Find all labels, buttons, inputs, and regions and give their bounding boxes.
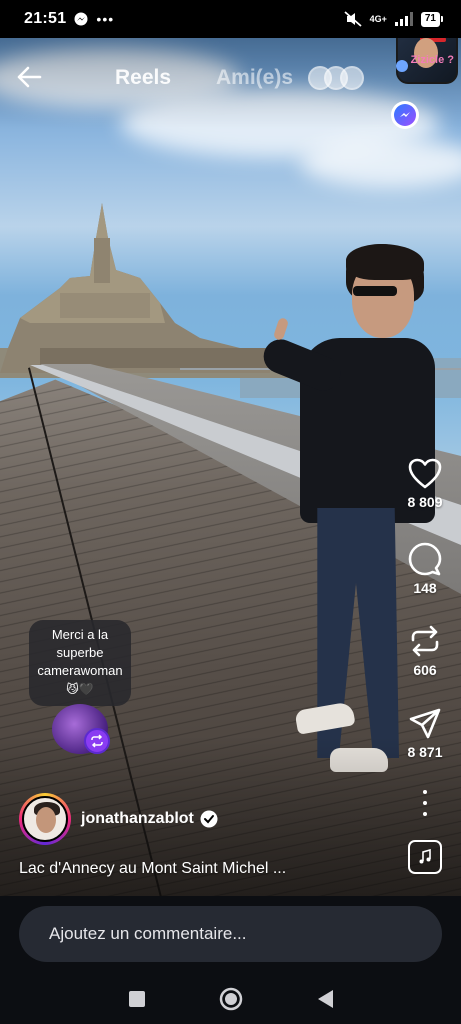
repost-badge-icon [84, 728, 110, 754]
reel-video[interactable] [0, 38, 461, 896]
battery-level: 71 [420, 11, 440, 27]
circle-icon[interactable] [219, 987, 243, 1011]
messenger-icon[interactable] [391, 101, 419, 129]
share-action[interactable]: 8 871 [398, 708, 452, 760]
friend-avatars[interactable] [308, 66, 364, 90]
heart-icon[interactable] [408, 458, 442, 490]
messenger-notification-icon [74, 12, 88, 26]
recents-button[interactable] [125, 987, 149, 1011]
share-count: 8 871 [407, 744, 443, 760]
comment-bubble-text: Merci a la superbe camerawoman [37, 627, 123, 678]
comment-action[interactable]: 148 [398, 542, 452, 596]
comment-bar [0, 896, 461, 974]
author-avatar[interactable] [19, 793, 71, 845]
back-button[interactable] [313, 987, 337, 1011]
network-type: 4G+ [369, 14, 387, 24]
reel-caption[interactable]: Lac d'Annecy au Mont Saint Michel ... [19, 860, 286, 878]
mont-saint-michel-image [0, 203, 270, 373]
status-time: 21:51 [24, 10, 67, 27]
comment-bubble-emoji: 😼🖤 [66, 682, 94, 696]
music-note-icon[interactable] [408, 840, 442, 874]
more-notifications-icon: ••• [96, 11, 115, 27]
tab-friends[interactable]: Ami(e)s [216, 66, 293, 90]
battery-icon: 71 [420, 11, 443, 27]
story-text: Zizicle ? [410, 54, 454, 66]
author-username[interactable]: jonathanzablot [81, 810, 194, 828]
author-row[interactable]: jonathanzablot [19, 793, 218, 845]
triangle-back-icon[interactable] [316, 989, 334, 1009]
tab-reels[interactable]: Reels [115, 66, 171, 90]
reels-header: Reels Ami(e)s [0, 40, 461, 116]
send-icon[interactable] [409, 708, 441, 740]
mute-icon [344, 11, 362, 27]
arrow-left-icon[interactable] [14, 62, 44, 92]
repost-icon[interactable] [409, 624, 441, 658]
home-button[interactable] [219, 987, 243, 1011]
like-action[interactable]: 8 809 [398, 458, 452, 510]
comment-count: 148 [413, 580, 437, 596]
unread-dot [396, 60, 408, 72]
like-count: 8 809 [407, 494, 443, 510]
comment-input[interactable] [19, 906, 442, 962]
signal-icon [394, 12, 413, 26]
status-bar: 21:51 ••• 4G+ 71 [0, 0, 461, 38]
comment-bubble[interactable]: Merci a la superbe camerawoman 😼🖤 [29, 620, 131, 706]
more-icon[interactable] [420, 790, 430, 816]
square-icon[interactable] [128, 990, 146, 1008]
speech-bubble-icon[interactable] [408, 542, 442, 576]
system-nav-bar [0, 974, 461, 1024]
verified-badge-icon [200, 810, 218, 828]
repost-action[interactable]: 606 [398, 624, 452, 678]
repost-count: 606 [413, 662, 437, 678]
